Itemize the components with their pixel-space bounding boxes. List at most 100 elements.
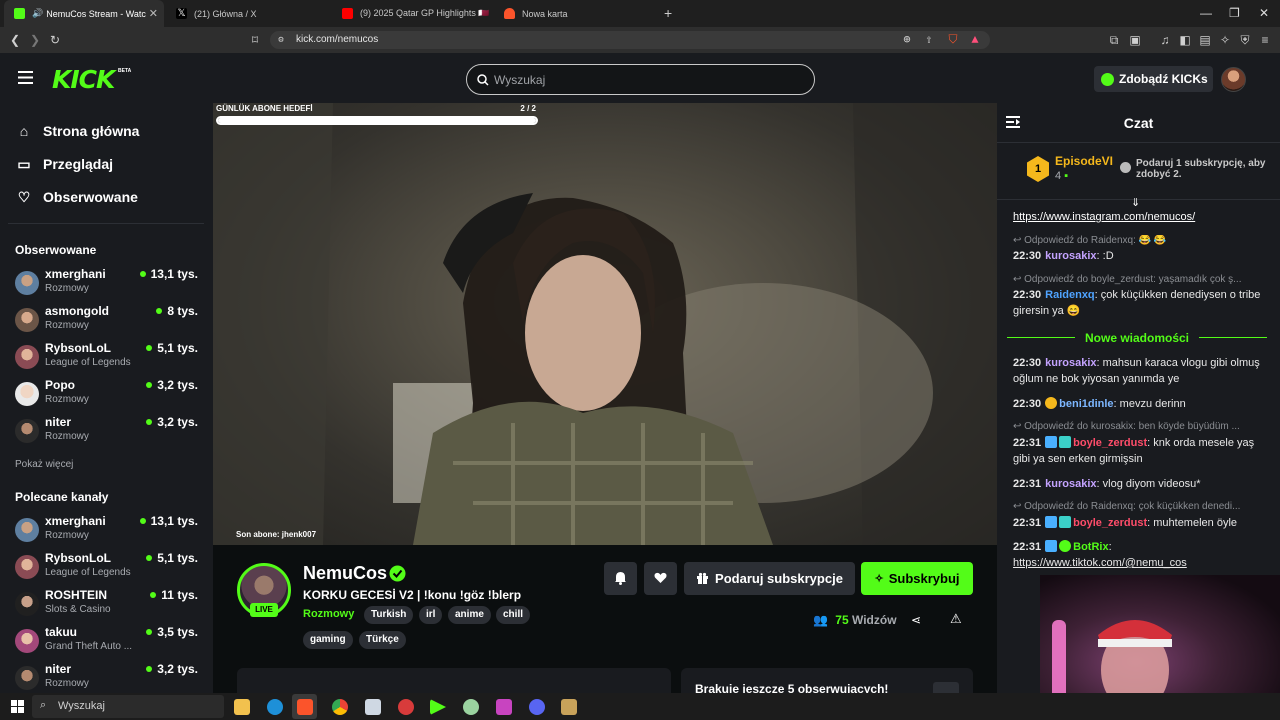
gift-sub-promo[interactable]: Podaruj 1 subskrypcję, aby zdobyć 2. bbox=[1136, 158, 1266, 180]
notes-icon[interactable] bbox=[365, 699, 381, 715]
subscribe-button[interactable]: ✧ Subskrybuj bbox=[861, 562, 973, 595]
reply-context: ↩ Odpowiedź do Raidenxq: çok küçükken de… bbox=[1013, 501, 1241, 512]
followed-channel-asmongold[interactable]: asmongold Rozmowy 8 tys. bbox=[15, 304, 200, 338]
share-icon[interactable]: ⇪ bbox=[922, 33, 936, 47]
back-icon[interactable]: ❮ bbox=[8, 33, 22, 47]
channel-category: Rozmowy bbox=[45, 530, 89, 541]
tag[interactable]: anime bbox=[448, 606, 491, 624]
home-icon: ⌂ bbox=[19, 123, 29, 139]
followed-channel-popo[interactable]: Popo Rozmowy 3,2 tys. bbox=[15, 378, 200, 412]
brave-shields-icon[interactable]: ⛉ bbox=[946, 33, 960, 47]
zoom-icon[interactable]: ⊕ bbox=[900, 33, 914, 47]
avatar bbox=[15, 592, 39, 616]
gift-subscription-button[interactable]: Podaruj subskrypcje bbox=[684, 562, 855, 595]
get-kicks-button[interactable]: Zdobądź KICKs bbox=[1094, 66, 1213, 92]
wallet-icon[interactable]: ▤ bbox=[1198, 33, 1212, 47]
discord-icon[interactable] bbox=[529, 699, 545, 715]
video-player[interactable]: GÜNLÜK ABONE HEDEFİ 2 / 2 Son abone: jhe… bbox=[213, 103, 997, 545]
restore-icon[interactable]: ❐ bbox=[1229, 6, 1240, 20]
followed-channel-xmerghani[interactable]: xmerghani Rozmowy 13,1 tys. bbox=[15, 267, 200, 301]
tag[interactable]: gaming bbox=[303, 631, 353, 649]
screenshot-icon[interactable]: ▣ bbox=[1128, 33, 1142, 47]
extensions-icon[interactable]: ⧉ bbox=[1107, 33, 1121, 47]
minimize-icon[interactable]: — bbox=[1200, 6, 1212, 20]
app-icon[interactable] bbox=[463, 699, 479, 715]
notifications-button[interactable] bbox=[604, 562, 637, 595]
reload-icon[interactable]: ↻ bbox=[48, 33, 62, 47]
chat-link[interactable]: https://www.instagram.com/nemucos/ bbox=[1013, 209, 1271, 225]
file-explorer-icon[interactable] bbox=[234, 699, 250, 715]
channel-category: Slots & Casino bbox=[45, 604, 111, 615]
recommended-section-title: Polecane kanały bbox=[15, 490, 109, 504]
recommended-channel-xmerghani[interactable]: xmerghani Rozmowy 13,1 tys. bbox=[15, 514, 200, 548]
sidebar-toggle-icon[interactable]: ◧ bbox=[1178, 33, 1192, 47]
tag[interactable]: irl bbox=[419, 606, 443, 624]
follow-button[interactable] bbox=[644, 562, 677, 595]
tab-x[interactable]: 𝕏 (21) Główna / X bbox=[166, 0, 332, 27]
goal-progress-bar bbox=[216, 116, 538, 125]
tag[interactable]: Turkish bbox=[364, 606, 414, 624]
expand-icon[interactable]: ⇓ bbox=[1131, 196, 1140, 209]
speaker-icon: 🔊 bbox=[32, 8, 44, 18]
menu-icon[interactable]: ≡ bbox=[1258, 33, 1272, 47]
app-icon[interactable] bbox=[496, 699, 512, 715]
tag[interactable]: chill bbox=[496, 606, 531, 624]
top-gifter-name[interactable]: EpisodeVI bbox=[1055, 154, 1113, 168]
close-window-icon[interactable]: ✕ bbox=[1259, 6, 1269, 20]
report-icon[interactable]: ⚠ bbox=[950, 611, 962, 627]
chat-message: 22:31 BotRix: bbox=[1013, 540, 1112, 553]
leo-ai-icon[interactable]: ✧ bbox=[1218, 33, 1232, 47]
brave-icon[interactable] bbox=[297, 699, 313, 715]
url-bar[interactable]: ⚙ kick.com/nemucos ⊕ ⇪ ⛉ ▲ bbox=[270, 31, 990, 49]
user-avatar[interactable] bbox=[1221, 67, 1246, 92]
tab-title: NemuCos Stream - Watch Live bbox=[46, 8, 146, 19]
site-header: KICK BETA Wyszukaj Zdobądź KICKs bbox=[0, 53, 1280, 103]
tag[interactable]: Türkçe bbox=[359, 631, 406, 649]
chat-link[interactable]: https://www.tiktok.com/@nemu_cos bbox=[1013, 555, 1271, 571]
followed-channel-rybsonlol[interactable]: RybsonLoL League of Legends 5,1 tys. bbox=[15, 341, 200, 375]
vpn-icon[interactable]: ⛨ bbox=[1238, 33, 1252, 47]
nav-following[interactable]: ♡ Obserwowane bbox=[16, 189, 138, 205]
kick-logo[interactable]: KICK bbox=[52, 65, 115, 94]
chrome-icon[interactable] bbox=[332, 699, 348, 715]
nav-home[interactable]: ⌂ Strona główna bbox=[16, 123, 140, 139]
viewer-label: Widzów bbox=[852, 613, 897, 627]
x-favicon-icon: 𝕏 bbox=[176, 8, 187, 19]
stream-category-link[interactable]: Rozmowy bbox=[303, 608, 354, 620]
recommended-channel-takuu[interactable]: takuu Grand Theft Auto ... 3,5 tys. bbox=[15, 625, 200, 659]
tab-nemucos[interactable]: 🔊 NemuCos Stream - Watch Live ✕ bbox=[4, 0, 164, 27]
channel-category: Grand Theft Auto ... bbox=[45, 641, 133, 652]
hamburger-menu-icon[interactable] bbox=[18, 71, 33, 84]
show-more-link[interactable]: Pokaż więcej bbox=[15, 459, 73, 470]
brave-rewards-icon[interactable]: ▲ bbox=[968, 33, 982, 47]
tab-close-icon[interactable]: ✕ bbox=[149, 7, 158, 20]
viewer-count: 5,1 tys. bbox=[146, 551, 198, 565]
obs-icon[interactable] bbox=[398, 699, 414, 715]
edge-icon[interactable] bbox=[267, 699, 283, 715]
channel-name[interactable]: NemuCos bbox=[303, 563, 387, 584]
windows-start-icon[interactable] bbox=[11, 700, 24, 713]
channel-category: League of Legends bbox=[45, 567, 131, 578]
site-info-icon[interactable]: ⚙ bbox=[274, 33, 288, 47]
share-icon[interactable]: ⋖ bbox=[911, 613, 921, 627]
music-icon[interactable]: ♫ bbox=[1158, 33, 1172, 47]
recommended-channel-roshtein[interactable]: ROSHTEIN Slots & Casino 11 tys. bbox=[15, 588, 200, 622]
viewer-count: 3,2 tys. bbox=[146, 415, 198, 429]
league-icon[interactable] bbox=[561, 699, 577, 715]
tab-new[interactable]: Nowa karta bbox=[494, 0, 660, 27]
forward-icon[interactable]: ❯ bbox=[28, 33, 42, 47]
rank-badge: 1 bbox=[1027, 156, 1049, 182]
search-input[interactable]: Wyszukaj bbox=[466, 64, 815, 95]
chat-message: 22:31 boyle_zerdust: knk orda mesele yaş … bbox=[1013, 436, 1255, 465]
recommended-channel-niter[interactable]: niter Rozmowy 3,2 tys. bbox=[15, 662, 200, 696]
bookmark-icon[interactable]: ⌑ bbox=[248, 33, 262, 47]
reply-context: ↩ Odpowiedź do boyle_zerdust: yaşamadık … bbox=[1013, 274, 1242, 285]
followed-channel-niter[interactable]: niter Rozmowy 3,2 tys. bbox=[15, 415, 200, 449]
taskbar-search[interactable]: ⌕ Wyszukaj bbox=[32, 695, 224, 718]
recommended-channel-rybsonlol[interactable]: RybsonLoL League of Legends 5,1 tys. bbox=[15, 551, 200, 585]
new-tab-button[interactable]: + bbox=[664, 5, 672, 21]
nav-browse[interactable]: ▭ Przeglądaj bbox=[16, 156, 113, 172]
tab-youtube[interactable]: (9) 2025 Qatar GP Highlights 🇶🇦 - Yo bbox=[332, 0, 492, 27]
kick-app-icon[interactable] bbox=[430, 699, 446, 715]
channel-category: Rozmowy bbox=[45, 283, 89, 294]
